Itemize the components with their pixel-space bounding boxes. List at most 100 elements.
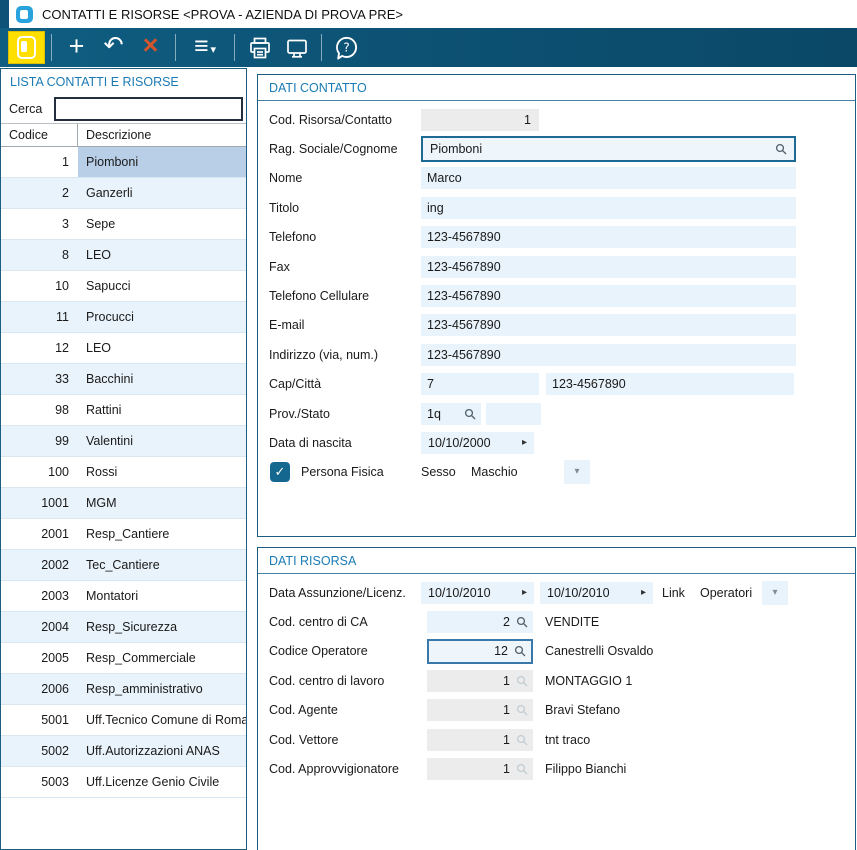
cellulare-field[interactable]: 123-4567890 — [421, 285, 796, 307]
card-view-button[interactable] — [8, 31, 45, 64]
dropdown-caret-icon: ▾ — [574, 467, 579, 477]
dati-contatto-panel: DATI CONTATTO Cod. Risorsa/Contatto 1 Ra… — [257, 74, 856, 537]
list-item[interactable]: 12 LEO — [1, 333, 246, 364]
date-picker-arrow-icon[interactable]: ▸ — [522, 587, 527, 598]
list-item-descrizione: Uff.Licenze Genio Civile — [78, 767, 246, 797]
list-item[interactable]: 98 Rattini — [1, 395, 246, 426]
list-item[interactable]: 2005 Resp_Commerciale — [1, 643, 246, 674]
field-label: Rag. Sociale/Cognome — [269, 142, 421, 156]
list-item[interactable]: 2006 Resp_amministrativo — [1, 674, 246, 705]
toolbar-separator — [321, 34, 322, 61]
code-description: tnt traco — [545, 733, 590, 747]
fax-field[interactable]: 123-4567890 — [421, 256, 796, 278]
data-licenziamento-field[interactable]: 10/10/2010 ▸ — [540, 582, 653, 604]
list-item[interactable]: 99 Valentini — [1, 426, 246, 457]
list-item-descrizione: LEO — [78, 240, 246, 270]
undo-button[interactable]: ↶ — [95, 31, 132, 64]
indirizzo-field[interactable]: 123-4567890 — [421, 344, 796, 366]
lookup-search-icon — [516, 734, 528, 746]
list-item-descrizione: Bacchini — [78, 364, 246, 394]
list-item-descrizione: Valentini — [78, 426, 246, 456]
list-item[interactable]: 5003 Uff.Licenze Genio Civile — [1, 767, 246, 798]
screen-preview-button[interactable] — [278, 31, 315, 64]
list-item-codice: 1001 — [1, 488, 78, 518]
list-item-codice: 2001 — [1, 519, 78, 549]
help-button[interactable]: ? — [328, 31, 365, 64]
list-item-codice: 98 — [1, 395, 78, 425]
field-label: Titolo — [269, 201, 421, 215]
link-label: Link — [662, 586, 700, 600]
field-label: Telefono Cellulare — [269, 289, 421, 303]
list-item[interactable]: 2001 Resp_Cantiere — [1, 519, 246, 550]
telefono-value: 123-4567890 — [427, 230, 501, 244]
menu-button[interactable]: ≡ ▾ — [182, 31, 228, 64]
code-value: 1 — [503, 733, 510, 747]
data-assunzione-field[interactable]: 10/10/2010 ▸ — [421, 582, 534, 604]
code-description: VENDITE — [545, 615, 599, 629]
telefono-field[interactable]: 123-4567890 — [421, 226, 796, 248]
list-item[interactable]: 100 Rossi — [1, 457, 246, 488]
list-item-codice: 33 — [1, 364, 78, 394]
window-title: CONTATTI E RISORSE <PROVA - AZIENDA DI P… — [42, 7, 403, 22]
list-item[interactable]: 3 Sepe — [1, 209, 246, 240]
field-label: Cod. Risorsa/Contatto — [269, 113, 421, 127]
code-value: 1 — [503, 674, 510, 688]
titolo-field[interactable]: ing — [421, 197, 796, 219]
column-header-codice[interactable]: Codice — [1, 124, 78, 146]
cap-value: 7 — [427, 377, 434, 391]
nome-field[interactable]: Marco — [421, 167, 796, 189]
list-item-codice: 5002 — [1, 736, 78, 766]
citta-field[interactable]: 123-4567890 — [546, 373, 794, 395]
delete-button[interactable]: × — [132, 31, 169, 64]
data-nascita-field[interactable]: 10/10/2000 ▸ — [421, 432, 534, 454]
add-button[interactable]: + — [58, 31, 95, 64]
persona-fisica-checkbox[interactable]: ✓ — [270, 462, 290, 482]
date-picker-arrow-icon[interactable]: ▸ — [522, 437, 527, 448]
prov-field[interactable]: 1q — [421, 403, 481, 425]
lookup-search-icon[interactable] — [775, 143, 787, 155]
code-value: 1 — [503, 703, 510, 717]
data-assunzione-value: 10/10/2010 — [428, 586, 491, 600]
monitor-icon — [285, 36, 309, 60]
list-item[interactable]: 8 LEO — [1, 240, 246, 271]
code-lookup-field[interactable]: 2 — [427, 611, 533, 633]
cap-field[interactable]: 7 — [421, 373, 539, 395]
print-button[interactable] — [241, 31, 278, 64]
link-dropdown[interactable]: ▾ — [762, 581, 788, 605]
column-header-descrizione[interactable]: Descrizione — [78, 124, 246, 146]
code-lookup-field[interactable]: 12 — [427, 639, 533, 664]
list-item[interactable]: 10 Sapucci — [1, 271, 246, 302]
list-item-descrizione: Sapucci — [78, 271, 246, 301]
field-label: E-mail — [269, 318, 421, 332]
email-field[interactable]: 123-4567890 — [421, 314, 796, 336]
list-item[interactable]: 33 Bacchini — [1, 364, 246, 395]
stato-field[interactable] — [486, 403, 541, 425]
rag-sociale-field[interactable]: Piomboni — [421, 136, 796, 162]
list-item-descrizione: LEO — [78, 333, 246, 363]
search-input[interactable] — [54, 97, 243, 121]
list-item-descrizione: Tec_Cantiere — [78, 550, 246, 580]
field-label: Telefono — [269, 230, 421, 244]
code-row: Codice Operatore 12 Canestrelli Osvaldo — [269, 637, 855, 666]
list-item-codice: 5003 — [1, 767, 78, 797]
cellulare-value: 123-4567890 — [427, 289, 501, 303]
list-item[interactable]: 2002 Tec_Cantiere — [1, 550, 246, 581]
list-item[interactable]: 5001 Uff.Tecnico Comune di Roma — [1, 705, 246, 736]
list-item[interactable]: 1001 MGM — [1, 488, 246, 519]
sesso-dropdown[interactable]: ▾ — [564, 460, 590, 484]
lookup-search-icon[interactable] — [464, 408, 476, 420]
list-item[interactable]: 11 Procucci — [1, 302, 246, 333]
cod-risorsa-value: 1 — [524, 113, 531, 127]
list-item[interactable]: 1 Piomboni — [1, 147, 246, 178]
menu-caret-icon: ▾ — [211, 43, 217, 56]
lookup-search-icon[interactable] — [516, 616, 528, 628]
dropdown-caret-icon: ▾ — [772, 588, 777, 598]
lookup-search-icon[interactable] — [514, 645, 526, 657]
list-item[interactable]: 2 Ganzerli — [1, 178, 246, 209]
list-item[interactable]: 5002 Uff.Autorizzazioni ANAS — [1, 736, 246, 767]
cod-risorsa-field: 1 — [421, 109, 539, 131]
date-picker-arrow-icon[interactable]: ▸ — [641, 587, 646, 598]
list-item[interactable]: 2004 Resp_Sicurezza — [1, 612, 246, 643]
list-item[interactable]: 2003 Montatori — [1, 581, 246, 612]
list-item-descrizione: Montatori — [78, 581, 246, 611]
